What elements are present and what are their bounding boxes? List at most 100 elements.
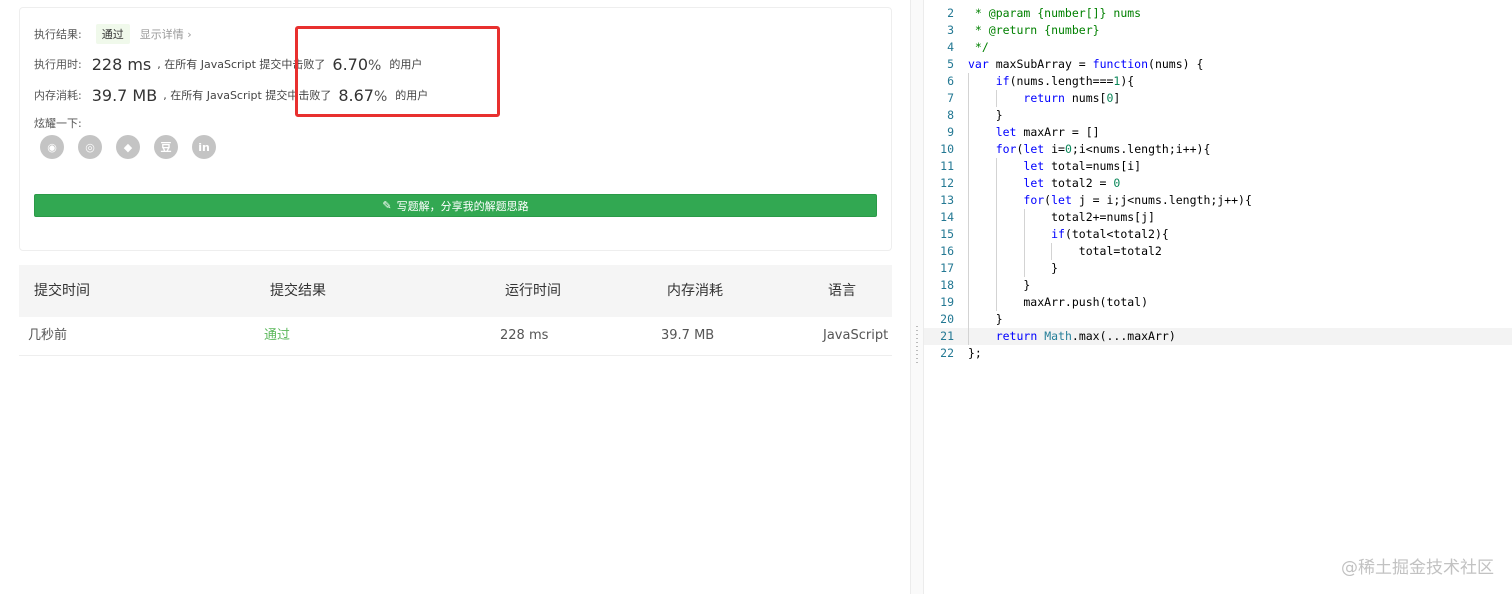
- line-number: 11: [940, 159, 954, 173]
- runtime-value: 228 ms: [91, 54, 152, 74]
- code-text: maxArr.push(total): [968, 295, 1149, 309]
- panel-splitter[interactable]: [910, 0, 924, 594]
- code-text: if(nums.length===1){: [995, 74, 1135, 88]
- code-text: if(total<total2){: [1051, 227, 1169, 241]
- linkedin-icon[interactable]: in: [192, 135, 216, 159]
- cell-runtime: 228 ms: [500, 328, 549, 343]
- code-line[interactable]: 10 for(let i=0;i<nums.length;i++){: [924, 141, 1512, 158]
- header-submit-result: 提交结果: [270, 283, 326, 299]
- code-line[interactable]: 18 }: [924, 277, 1512, 294]
- code-text: total=total2: [968, 244, 1162, 258]
- line-number: 12: [940, 176, 954, 190]
- runtime-label: 执行用时:: [34, 58, 82, 71]
- douban-icon[interactable]: 豆: [154, 135, 178, 159]
- line-number: 18: [940, 278, 954, 292]
- line-number: 17: [940, 261, 954, 275]
- cell-memory: 39.7 MB: [661, 328, 715, 343]
- cell-language: JavaScript: [823, 328, 889, 343]
- line-number: 14: [940, 210, 954, 224]
- code-line[interactable]: 7 return nums[0]: [924, 90, 1512, 107]
- code-text: let maxArr = []: [995, 125, 1100, 139]
- code-text: return Math.max(...maxArr): [995, 329, 1176, 343]
- code-line[interactable]: 13 for(let j = i;j<nums.length;j++){: [924, 192, 1512, 209]
- write-solution-button[interactable]: ✎ 写题解，分享我的解题思路: [34, 194, 877, 217]
- code-line[interactable]: 21 return Math.max(...maxArr): [924, 328, 1512, 345]
- code-text: }: [968, 108, 1003, 122]
- code-line[interactable]: 22};: [924, 345, 1512, 362]
- line-number: 21: [940, 329, 954, 343]
- runtime-row: 执行用时: 228 ms , 在所有 JavaScript 提交中击败了 6.7…: [34, 53, 422, 75]
- submission-panel: 执行结果: 通过 显示详情 › 执行用时: 228 ms , 在所有 JavaS…: [0, 0, 910, 594]
- status-badge: 通过: [95, 24, 130, 44]
- code-line[interactable]: 14 total2+=nums[j]: [924, 209, 1512, 226]
- code-line[interactable]: 6 if(nums.length===1){: [924, 73, 1512, 90]
- line-number: 15: [940, 227, 954, 241]
- line-number: 16: [940, 244, 954, 258]
- code-text: }: [968, 278, 1031, 292]
- code-text: let total=nums[i]: [1023, 159, 1142, 173]
- share-icons: ◉ ◎ ◆ 豆 in: [40, 135, 216, 159]
- memory-desc: , 在所有 JavaScript 提交中击败了: [163, 89, 332, 102]
- line-number: 20: [940, 312, 954, 326]
- code-line[interactable]: 19 maxArr.push(total): [924, 294, 1512, 311]
- line-number: 4: [947, 40, 954, 54]
- line-number: 9: [947, 125, 954, 139]
- memory-pct-value: 8.67: [338, 85, 374, 105]
- runtime-desc: , 在所有 JavaScript 提交中击败了: [157, 58, 326, 71]
- code-line[interactable]: 8 }: [924, 107, 1512, 124]
- code-editor[interactable]: 2 * @param {number[]} nums 3 * @return {n…: [924, 0, 1512, 594]
- code-text: for(let j = i;j<nums.length;j++){: [1023, 193, 1252, 207]
- memory-suffix: 的用户: [395, 89, 429, 102]
- line-number: 19: [940, 295, 954, 309]
- line-number: 6: [947, 74, 954, 88]
- qq-icon[interactable]: ◆: [116, 135, 140, 159]
- weibo-icon[interactable]: ◎: [78, 135, 102, 159]
- header-language: 语言: [828, 283, 856, 299]
- code-text: var maxSubArray = function(nums) {: [968, 57, 1204, 71]
- runtime-suffix: 的用户: [389, 58, 423, 71]
- line-number: 8: [947, 108, 954, 122]
- code-text: }: [968, 312, 1003, 326]
- code-line[interactable]: 16 total=total2: [924, 243, 1512, 260]
- memory-row: 内存消耗: 39.7 MB , 在所有 JavaScript 提交中击败了 8.…: [34, 84, 428, 106]
- splitter-grip-icon[interactable]: [916, 326, 918, 364]
- code-line[interactable]: 20 }: [924, 311, 1512, 328]
- cell-status-link[interactable]: 通过: [264, 317, 290, 355]
- code-line[interactable]: 17 }: [924, 260, 1512, 277]
- header-runtime: 运行时间: [505, 283, 561, 299]
- line-number: 13: [940, 193, 954, 207]
- code-line[interactable]: 9 let maxArr = []: [924, 124, 1512, 141]
- code-line[interactable]: 2 * @param {number[]} nums: [924, 5, 1512, 22]
- line-number: 10: [940, 142, 954, 156]
- code-text: return nums[0]: [1023, 91, 1121, 105]
- share-label: 炫耀一下:: [34, 117, 82, 130]
- table-row[interactable]: 几秒前 通过 228 ms 39.7 MB JavaScript: [19, 317, 892, 356]
- memory-label: 内存消耗:: [34, 89, 82, 102]
- code-text: let total2 = 0: [1023, 176, 1121, 190]
- submissions-table: 提交时间 提交结果 运行时间 内存消耗 语言 几秒前 通过 228 ms 39.…: [19, 265, 892, 356]
- header-submit-time: 提交时间: [34, 283, 90, 299]
- code-line[interactable]: 12 let total2 = 0: [924, 175, 1512, 192]
- watermark: @稀土掘金技术社区: [1341, 558, 1494, 578]
- line-number: 7: [947, 91, 954, 105]
- code-text: };: [968, 346, 982, 360]
- line-number: 2: [947, 6, 954, 20]
- cell-time: 几秒前: [28, 328, 68, 343]
- wechat-icon[interactable]: ◉: [40, 135, 64, 159]
- runtime-pct-value: 6.70: [332, 54, 369, 74]
- code-line[interactable]: 15 if(total<total2){: [924, 226, 1512, 243]
- code-line[interactable]: 11 let total=nums[i]: [924, 158, 1512, 175]
- memory-value: 39.7 MB: [91, 85, 158, 105]
- code-text: * @return {number}: [968, 23, 1100, 37]
- line-number: 3: [947, 23, 954, 37]
- memory-pct-symbol: %: [373, 88, 388, 105]
- code-line[interactable]: 5 var maxSubArray = function(nums) {: [924, 56, 1512, 73]
- code-line[interactable]: 3 * @return {number}: [924, 22, 1512, 39]
- show-details-link[interactable]: 显示详情 ›: [140, 26, 192, 42]
- result-card: 执行结果: 通过 显示详情 › 执行用时: 228 ms , 在所有 JavaS…: [19, 7, 892, 251]
- code-text: }: [968, 261, 1059, 275]
- table-header: 提交时间 提交结果 运行时间 内存消耗 语言: [19, 265, 892, 317]
- code-text: total2+=nums[j]: [968, 210, 1155, 224]
- code-line[interactable]: 4 */: [924, 39, 1512, 56]
- header-memory: 内存消耗: [667, 283, 723, 299]
